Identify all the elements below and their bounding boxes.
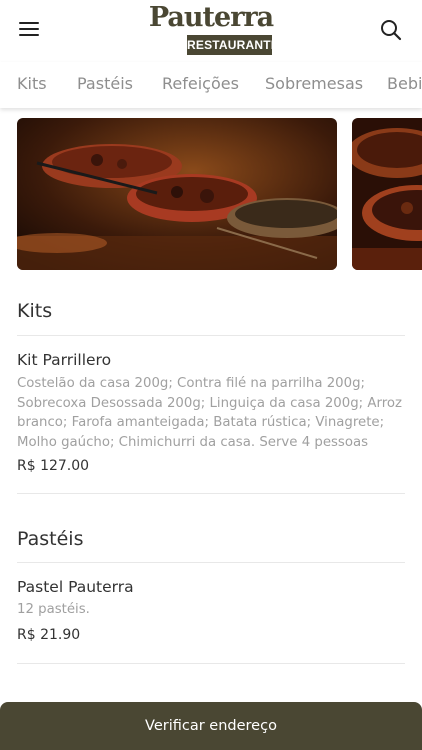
banner-image-2[interactable] (352, 118, 422, 270)
item-description: 12 pastéis. (17, 602, 90, 617)
hamburger-menu-icon[interactable] (19, 22, 39, 38)
category-tabs: Kits Pastéis Refeições Sobremesas Bebi (0, 62, 422, 108)
tab-refeicoes[interactable]: Refeições (162, 74, 239, 93)
logo-wordmark: Pauterra (148, 2, 274, 33)
section-title-kits: Kits (17, 300, 53, 322)
item-price: R$ 127.00 (17, 458, 90, 474)
divider (17, 335, 405, 336)
restaurant-logo: Pauterra RESTAURANTE (146, 2, 279, 58)
logo-subtitle: RESTAURANTE (187, 35, 279, 55)
tab-pasteis[interactable]: Pastéis (77, 74, 133, 93)
divider (17, 562, 405, 563)
banner-image-1[interactable] (17, 118, 337, 270)
search-icon[interactable] (380, 19, 402, 41)
item-price: R$ 21.90 (17, 627, 81, 643)
item-description: Costelão da casa 200g; Contra filé na pa… (17, 376, 402, 450)
section-title-pasteis: Pastéis (17, 528, 84, 550)
item-name: Kit Parrillero (17, 351, 112, 369)
tab-kits[interactable]: Kits (17, 74, 47, 93)
banner-carousel[interactable] (0, 118, 422, 270)
divider (17, 663, 405, 664)
item-name: Pastel Pauterra (17, 578, 134, 596)
tab-bebidas[interactable]: Bebi (387, 74, 422, 93)
app-header: Pauterra RESTAURANTE (0, 0, 422, 62)
tab-sobremesas[interactable]: Sobremesas (265, 74, 363, 93)
divider (17, 493, 405, 494)
verify-address-button[interactable]: Verificar endereço (0, 702, 422, 750)
